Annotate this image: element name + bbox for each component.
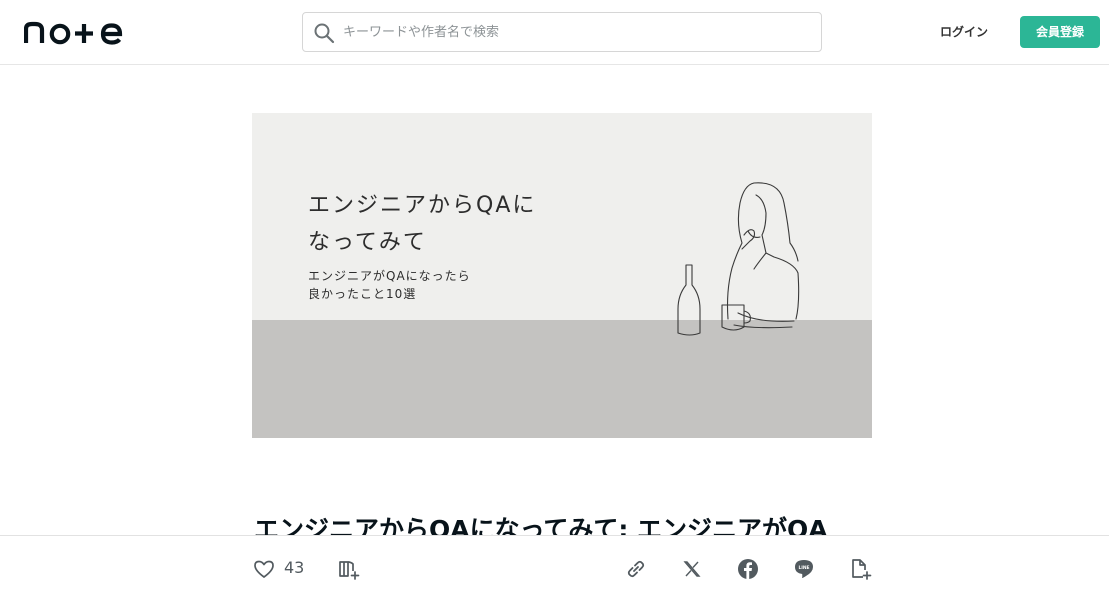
article-action-bar: 43 LINE xyxy=(0,535,1109,600)
site-header: ログイン 会員登録 xyxy=(0,0,1109,65)
signup-button[interactable]: 会員登録 xyxy=(1020,16,1100,48)
eyecatch-title: エンジニアからQAに なってみて xyxy=(308,193,537,255)
woman-illustration xyxy=(677,182,800,336)
search-box[interactable] xyxy=(302,12,822,52)
search-icon xyxy=(313,22,335,44)
note-add-icon[interactable] xyxy=(848,557,872,581)
eyecatch-image: エンジニアからQAに なってみて エンジニアがQAになったら 良かったこと10選 xyxy=(252,113,872,438)
magazine-add-icon[interactable] xyxy=(337,557,361,581)
eyecatch-subtitle: エンジニアがQAになったら 良かったこと10選 xyxy=(308,269,471,301)
facebook-icon[interactable] xyxy=(736,557,760,581)
note-logo[interactable] xyxy=(23,19,124,45)
link-icon[interactable] xyxy=(624,557,648,581)
like-count: 43 xyxy=(284,558,305,577)
line-icon[interactable]: LINE xyxy=(792,557,816,581)
note-logo-mark xyxy=(23,21,123,45)
login-button[interactable]: ログイン xyxy=(924,18,1004,46)
search-input[interactable] xyxy=(343,13,813,51)
svg-text:LINE: LINE xyxy=(798,565,809,571)
x-icon[interactable] xyxy=(680,557,704,581)
heart-icon[interactable] xyxy=(252,557,276,581)
